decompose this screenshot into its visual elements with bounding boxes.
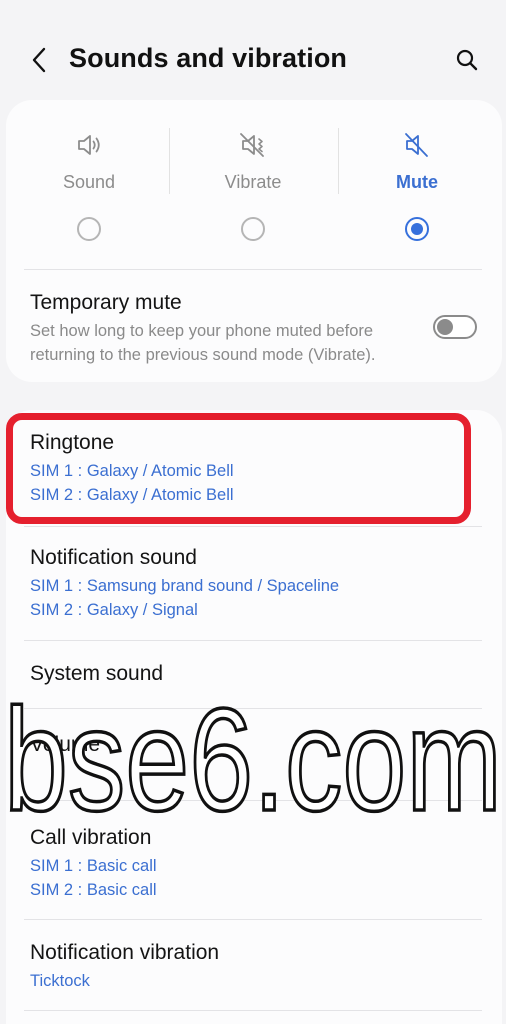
row-divider [24, 800, 482, 801]
mode-divider [169, 128, 170, 194]
call-vibration-sim1: SIM 1 : Basic call [30, 857, 157, 875]
call-vibration-sim2: SIM 2 : Basic call [30, 881, 157, 899]
toggle-knob [437, 319, 453, 335]
back-button[interactable] [24, 44, 54, 76]
mute-mode-radio[interactable] [405, 217, 429, 241]
notification-sound-sim1: SIM 1 : Samsung brand sound / Spaceline [30, 577, 340, 595]
volume-title: Volume [30, 733, 101, 756]
back-arrow-icon [32, 47, 46, 73]
ringtone-sim1: SIM 1 : Galaxy / Atomic Bell [30, 462, 234, 480]
vibrate-mode-label: Vibrate [224, 172, 282, 192]
temporary-mute-title: Temporary mute [30, 291, 182, 314]
search-button[interactable] [450, 44, 484, 76]
sound-mode-label: Sound [62, 172, 116, 192]
speaker-icon [78, 135, 100, 155]
page-title: Sounds and vibration [69, 43, 348, 73]
sound-mode-radio[interactable] [77, 217, 101, 241]
mode-divider [338, 128, 339, 194]
call-vibration-title: Call vibration [30, 826, 152, 849]
notification-sound-sim2: SIM 2 : Galaxy / Signal [30, 601, 198, 619]
temporary-mute-description-line1: Set how long to keep your phone muted be… [30, 322, 374, 340]
temporary-mute-toggle[interactable] [433, 315, 477, 339]
row-divider [24, 640, 482, 641]
ringtone-sim2: SIM 2 : Galaxy / Atomic Bell [30, 486, 234, 504]
settings-list-card: Ringtone SIM 1 : Galaxy / Atomic Bell SI… [6, 410, 502, 1024]
search-icon [456, 49, 478, 71]
sound-mode-option-mute[interactable]: Mute [342, 122, 492, 252]
ringtone-title: Ringtone [30, 431, 115, 454]
temporary-mute-description-line2: returning to the previous sound mode (Vi… [30, 346, 376, 364]
system-sound-title: System sound [30, 662, 164, 685]
mute-mode-label: Mute [396, 172, 438, 192]
sound-mode-option-sound[interactable]: Sound [14, 122, 164, 252]
vibrate-mode-radio[interactable] [241, 217, 265, 241]
notification-sound-title: Notification sound [30, 546, 197, 569]
mute-icon [405, 133, 428, 157]
row-divider [24, 526, 482, 527]
sound-mode-card: Sound Vibrate Mute Temporary mute Set ho… [6, 100, 502, 382]
app-header: Sounds and vibration [0, 0, 506, 100]
row-divider [24, 708, 482, 709]
notification-vibration-title: Notification vibration [30, 941, 220, 964]
notification-vibration-row[interactable] [6, 921, 502, 1011]
row-divider [24, 1010, 482, 1011]
row-divider [24, 919, 482, 920]
sound-mode-option-vibrate[interactable]: Vibrate [178, 122, 328, 252]
section-divider [24, 269, 482, 270]
vibrate-icon [240, 133, 264, 157]
notification-vibration-value: Ticktock [30, 972, 90, 990]
